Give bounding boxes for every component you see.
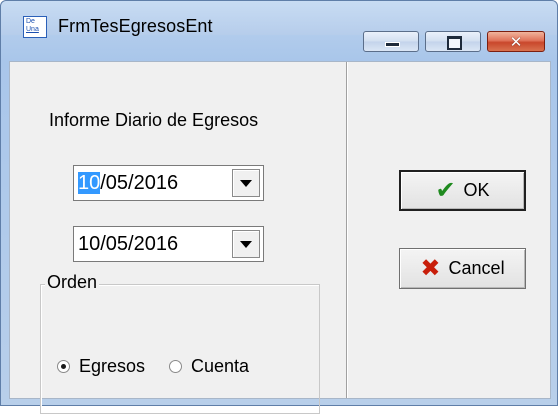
maximize-button[interactable] [425, 31, 481, 52]
close-button[interactable]: ✕ [487, 31, 545, 52]
app-icon-text-bottom: Una [26, 26, 39, 33]
client-area: Informe Diario de Egresos 10/05/2016 10/… [9, 61, 551, 414]
chevron-down-icon [240, 179, 252, 187]
date-from-dropdown-button[interactable] [232, 169, 260, 197]
radio-egresos-circle[interactable] [57, 360, 70, 373]
date-to-picker[interactable]: 10/05/2016 [73, 226, 264, 262]
radio-cuenta[interactable]: Cuenta [169, 356, 249, 377]
filter-panel: Informe Diario de Egresos 10/05/2016 10/… [10, 62, 348, 414]
date-from-selected-day: 10 [78, 172, 101, 194]
radio-selected-dot [61, 364, 66, 369]
date-from-rest: /05/2016 [100, 172, 179, 194]
chevron-down-icon [240, 240, 252, 248]
date-from-picker[interactable]: 10/05/2016 [73, 165, 264, 201]
cancel-button-label: Cancel [448, 258, 505, 278]
actions-panel: ✔ OK ✖ Cancel [348, 62, 550, 398]
check-icon: ✔ [435, 176, 456, 204]
cancel-button[interactable]: ✖ Cancel [399, 248, 526, 289]
ok-button[interactable]: ✔ OK [399, 170, 526, 211]
order-legend: Orden [45, 272, 100, 293]
radio-cuenta-circle[interactable] [169, 360, 182, 373]
app-icon[interactable]: De Una [23, 16, 47, 38]
radio-cuenta-label[interactable]: Cuenta [191, 356, 249, 377]
order-groupbox: Orden Egresos Cuenta [40, 272, 320, 414]
date-to-value[interactable]: 10/05/2016 [78, 233, 178, 256]
window-frame: De Una FrmTesEgresosEnt ✕ Informe Diario… [0, 0, 558, 414]
radio-egresos-label[interactable]: Egresos [79, 356, 145, 377]
date-from-value[interactable]: 10/05/2016 [78, 172, 178, 195]
minimize-icon [385, 42, 400, 47]
title-bar[interactable]: De Una FrmTesEgresosEnt [1, 1, 557, 38]
window-title: FrmTesEgresosEnt [58, 16, 213, 36]
close-icon: ✕ [509, 33, 523, 51]
minimize-button[interactable] [363, 31, 419, 52]
date-to-dropdown-button[interactable] [232, 230, 260, 258]
report-title-label: Informe Diario de Egresos [49, 110, 259, 130]
radio-egresos[interactable]: Egresos [57, 356, 145, 377]
ok-button-label: OK [463, 180, 490, 200]
cross-icon: ✖ [420, 254, 441, 282]
app-icon-text-top: De [26, 18, 35, 25]
maximize-icon [447, 36, 462, 50]
